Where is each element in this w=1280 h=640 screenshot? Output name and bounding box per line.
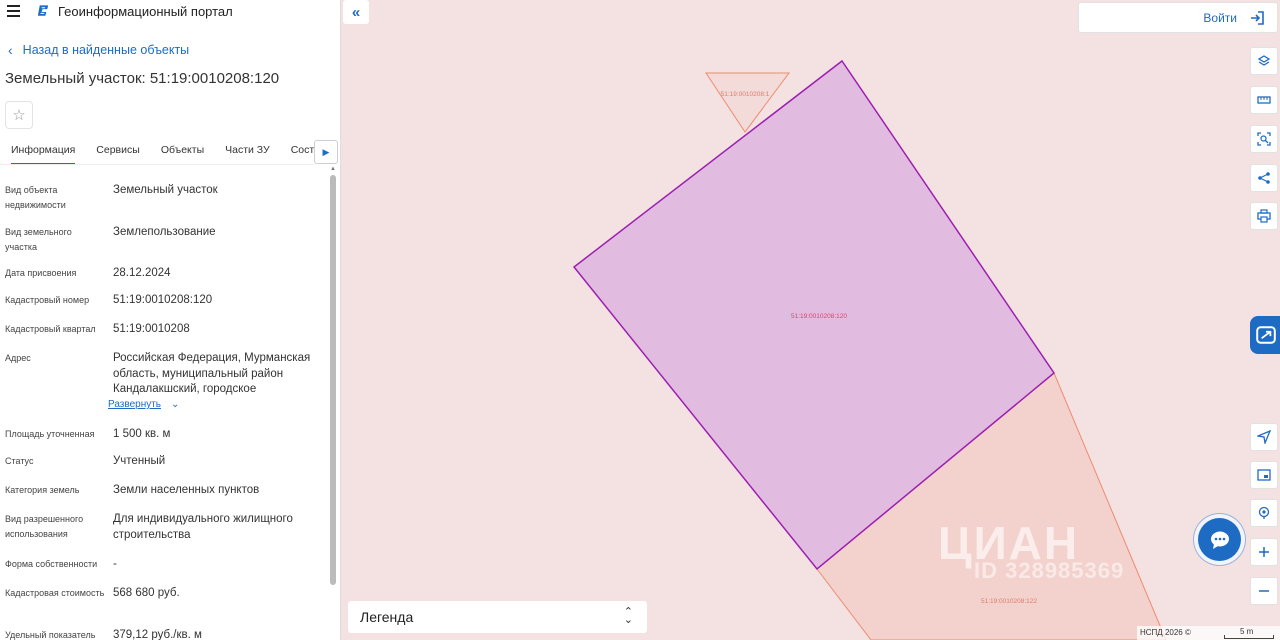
property-value: Российская Федерация, Мурманская область… bbox=[113, 352, 311, 395]
property-label: Вид объекта недвижимости bbox=[5, 185, 66, 210]
back-link[interactable]: ‹ Назад в найденные объекты bbox=[8, 42, 189, 58]
parcel-120-label: 51:19:0010208:120 bbox=[791, 313, 847, 320]
property-label: Статус bbox=[5, 456, 34, 466]
tabs: Информация Сервисы Объекты Части ЗУ Сост… bbox=[0, 140, 315, 165]
zoom-in-icon bbox=[1259, 547, 1269, 557]
chat-icon bbox=[1210, 531, 1229, 549]
collapse-panel-icon[interactable]: « bbox=[343, 0, 369, 24]
property-label: Кадастровый номер bbox=[5, 295, 90, 305]
attribution-text: НСПД 2026 © bbox=[1140, 628, 1191, 637]
minimap-button[interactable] bbox=[1250, 461, 1278, 489]
property-value: Для индивидуального жилищного строительс… bbox=[113, 513, 293, 541]
property-value: Земельный участок bbox=[113, 184, 218, 196]
expand-address-link[interactable]: Развернуть bbox=[108, 399, 161, 410]
property-label: Форма собственности bbox=[5, 559, 98, 569]
property-value: Земли населенных пунктов bbox=[113, 484, 260, 496]
ruler-icon bbox=[1257, 96, 1271, 104]
share-button[interactable] bbox=[1250, 164, 1278, 192]
print-button[interactable] bbox=[1250, 202, 1278, 230]
tabs-scroll-right-icon[interactable]: ▶ bbox=[314, 140, 338, 164]
select-area-button[interactable] bbox=[1250, 125, 1278, 153]
property-value: 51:19:0010208:120 bbox=[113, 294, 213, 306]
top-bar: Геоинформационный портал bbox=[0, 0, 340, 24]
layers-icon bbox=[1257, 55, 1271, 66]
tab-parts[interactable]: Части ЗУ bbox=[225, 140, 270, 163]
chat-button[interactable] bbox=[1198, 518, 1241, 561]
zoom-out-icon bbox=[1259, 590, 1269, 592]
watermark-id: ID 328985369 bbox=[974, 558, 1125, 583]
map-layer: 51:19:0010208:1 51:19:0010208:120 51:19:… bbox=[572, 59, 1167, 640]
minimap-icon bbox=[1257, 469, 1271, 481]
property-value: - bbox=[113, 558, 117, 570]
property-label: Удельный показатель bbox=[5, 630, 96, 640]
property-value: 379,12 руб./кв. м bbox=[113, 629, 202, 640]
property-label: Площадь уточненная bbox=[5, 429, 95, 439]
property-label: Дата присвоения bbox=[5, 268, 77, 278]
tab-composition[interactable]: Состав bbox=[291, 140, 315, 163]
zoom-out-button[interactable] bbox=[1250, 577, 1278, 605]
login-label: Войти bbox=[1203, 11, 1237, 25]
locate-button[interactable] bbox=[1250, 423, 1278, 451]
chevron-down-icon[interactable]: ⌄ bbox=[171, 399, 179, 410]
property-label: Кадастровая стоимость bbox=[5, 588, 105, 598]
reports-icon bbox=[1256, 326, 1276, 344]
scale-bar bbox=[1224, 635, 1274, 639]
property-value: 1 500 кв. м bbox=[113, 428, 171, 440]
scrollbar-thumb[interactable] bbox=[330, 175, 336, 585]
map-attribution: НСПД 2026 © 5 m bbox=[1137, 626, 1280, 640]
tab-objects[interactable]: Объекты bbox=[161, 140, 204, 163]
locate-icon bbox=[1257, 430, 1271, 444]
property-value: Учтенный bbox=[113, 455, 166, 467]
expand-collapse-icon: ⌃ ⌄ bbox=[623, 606, 633, 626]
property-label: Вид земельного участка bbox=[5, 227, 72, 252]
legend-dropdown[interactable]: Легенда ⌃ ⌄ bbox=[348, 601, 647, 633]
login-button[interactable]: Войти bbox=[1078, 2, 1278, 33]
property-label: Адрес bbox=[5, 353, 31, 363]
property-value: 28.12.2024 bbox=[113, 267, 171, 279]
portal-logo-icon bbox=[37, 5, 49, 16]
scroll-up-icon[interactable]: ▲ bbox=[330, 166, 336, 172]
pin-button[interactable] bbox=[1250, 499, 1278, 527]
tab-services[interactable]: Сервисы bbox=[96, 140, 140, 163]
property-value: 51:19:0010208 bbox=[113, 323, 190, 335]
app-title: Геоинформационный портал bbox=[58, 4, 233, 19]
property-label: Кадастровый квартал bbox=[5, 324, 96, 334]
parcel-122-label: 51:19:0010208:122 bbox=[981, 598, 1037, 605]
tab-information[interactable]: Информация bbox=[11, 140, 76, 164]
property-value: 568 680 руб. bbox=[113, 587, 180, 599]
parcel-1-label: 51:19:0010208:1 bbox=[721, 91, 770, 98]
chevron-left-icon: ‹ bbox=[8, 42, 13, 58]
share-icon bbox=[1258, 172, 1270, 184]
info-panel: Геоинформационный портал ‹ Назад в найде… bbox=[0, 0, 341, 640]
favorite-star-icon[interactable]: ☆ bbox=[5, 101, 33, 129]
map-canvas[interactable]: 51:19:0010208:1 51:19:0010208:120 51:19:… bbox=[341, 0, 1280, 640]
page-title: Земельный участок: 51:19:0010208:120 bbox=[5, 70, 280, 87]
property-value: Землепользование bbox=[113, 226, 216, 238]
property-label: Вид разрешенного использования bbox=[5, 514, 84, 539]
back-link-label: Назад в найденные объекты bbox=[22, 43, 190, 57]
legend-label: Легенда bbox=[360, 609, 414, 625]
zoom-in-button[interactable] bbox=[1250, 538, 1278, 566]
print-icon bbox=[1257, 209, 1271, 223]
select-area-icon bbox=[1257, 132, 1271, 146]
login-icon bbox=[1251, 11, 1264, 25]
property-label: Категория земель bbox=[5, 485, 80, 495]
pin-icon bbox=[1258, 506, 1270, 519]
layers-button[interactable] bbox=[1250, 47, 1278, 75]
ruler-button[interactable] bbox=[1250, 86, 1278, 114]
reports-tab[interactable] bbox=[1250, 316, 1280, 354]
menu-icon[interactable] bbox=[7, 5, 20, 17]
